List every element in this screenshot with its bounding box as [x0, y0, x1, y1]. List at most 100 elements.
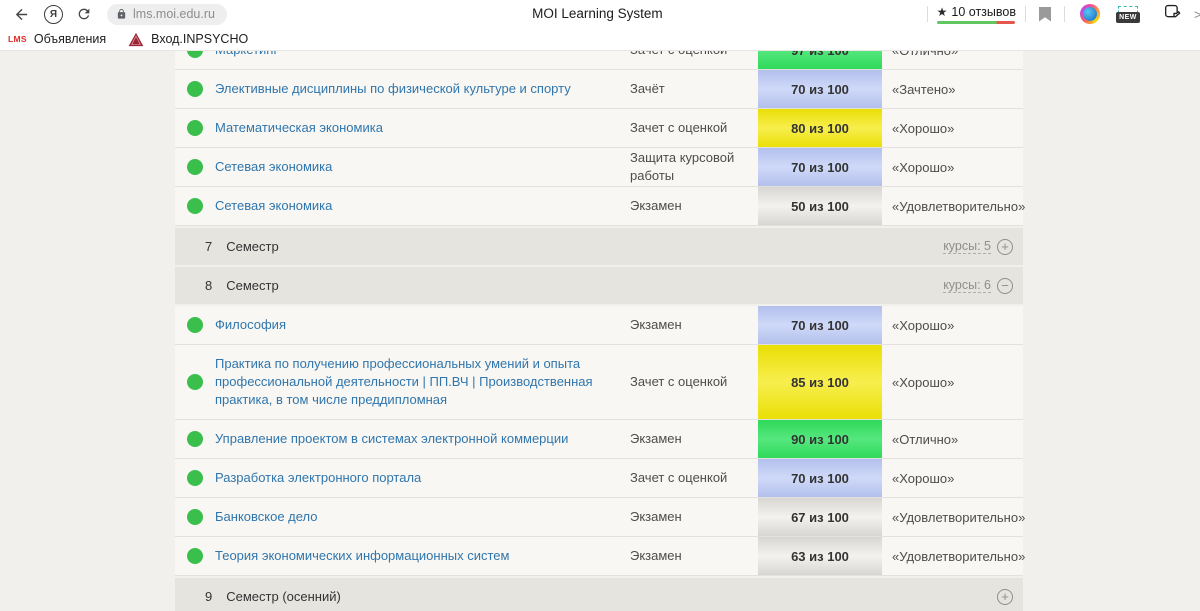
extension-disc-icon[interactable] [1080, 4, 1100, 24]
exam-type-text: Экзамен [630, 197, 758, 215]
course-row: Сетевая экономика Экзамен 50 из 100 «Удо… [175, 187, 1023, 226]
course-link[interactable]: Математическая экономика [215, 109, 630, 147]
semester-label: Семестр [226, 239, 278, 254]
exam-type-text: Зачет с оценкой [630, 373, 758, 391]
score-cell: 90 из 100 [758, 420, 882, 458]
course-row: Элективные дисциплины по физической куль… [175, 70, 1023, 109]
status-dot-icon [175, 317, 215, 333]
score-cell: 97 из 100 [758, 51, 882, 69]
semester-row: 8 Семестр курсы: 6 − [175, 267, 1023, 304]
divider [1064, 6, 1065, 22]
refresh-icon [76, 6, 92, 22]
status-dot-icon [175, 431, 215, 447]
score-cell: 67 из 100 [758, 498, 882, 536]
course-link[interactable]: Теория экономических информационных сист… [215, 537, 630, 575]
course-link[interactable]: Философия [215, 306, 630, 344]
course-row: Теория экономических информационных сист… [175, 537, 1023, 576]
lms-favicon: LMS [8, 34, 27, 44]
bookmark-item-announcements[interactable]: LMS Объявления [8, 32, 106, 46]
bookmark-item-inpsycho[interactable]: Вход.INPSYCHO [128, 32, 248, 47]
inpsycho-triangle-favicon [128, 32, 144, 47]
overflow-chevron-icon[interactable]: > [1194, 7, 1200, 22]
browser-toolbar: Я lms.moi.edu.ru MOI Learning System ★ 1… [0, 0, 1200, 28]
divider [1025, 6, 1026, 22]
site-reviews[interactable]: ★ 10 отзывов [937, 5, 1016, 24]
expand-toggle-icon[interactable]: + [997, 589, 1013, 605]
grade-text: «Отлично» [882, 51, 1023, 58]
lock-icon [116, 8, 127, 20]
divider [927, 6, 928, 22]
score-cell: 70 из 100 [758, 306, 882, 344]
course-link[interactable]: Практика по получению профессиональных у… [215, 345, 630, 419]
url-text: lms.moi.edu.ru [133, 7, 215, 21]
exam-type-text: Экзамен [630, 508, 758, 526]
exam-type-text: Экзамен [630, 430, 758, 448]
browser-window: Я lms.moi.edu.ru MOI Learning System ★ 1… [0, 0, 1200, 611]
exam-type-text: Зачет с оценкой [630, 51, 758, 59]
status-dot-icon [175, 470, 215, 486]
expand-toggle-icon[interactable]: − [997, 278, 1013, 294]
reviews-count: 10 отзывов [951, 5, 1016, 19]
semester-number: 7 [205, 239, 212, 254]
course-row: Маркетинг Зачет с оценкой 97 из 100 «Отл… [175, 51, 1023, 70]
semester-row: 7 Семестр курсы: 5 + [175, 228, 1023, 265]
status-dot-icon [175, 159, 215, 175]
course-row: Разработка электронного портала Зачет с … [175, 459, 1023, 498]
grade-text: «Хорошо» [882, 160, 1023, 175]
grade-text: «Хорошо» [882, 318, 1023, 333]
course-row: Сетевая экономика Защита курсовой работы… [175, 148, 1023, 187]
status-dot-icon [175, 374, 215, 390]
status-dot-icon [175, 548, 215, 564]
semester-row: 9 Семестр (осенний) + [175, 578, 1023, 611]
score-cell: 63 из 100 [758, 537, 882, 575]
exam-type-text: Зачёт [630, 80, 758, 98]
course-link[interactable]: Банковское дело [215, 498, 630, 536]
courses-count-link[interactable]: курсы: 6 [943, 278, 991, 293]
grade-text: «Отлично» [882, 432, 1023, 447]
score-cell: 70 из 100 [758, 148, 882, 186]
course-row: Математическая экономика Зачет с оценкой… [175, 109, 1023, 148]
page-content: Маркетинг Зачет с оценкой 97 из 100 «Отл… [0, 51, 1200, 611]
new-feature-icon[interactable]: NEW [1116, 6, 1140, 23]
status-dot-icon [175, 509, 215, 525]
semester-label: Семестр (осенний) [226, 589, 341, 604]
refresh-button[interactable] [71, 2, 97, 26]
back-arrow-icon [13, 6, 30, 23]
address-bar[interactable]: lms.moi.edu.ru [107, 4, 227, 25]
courses-count-link[interactable]: курсы: 5 [943, 239, 991, 254]
course-link[interactable]: Сетевая экономика [215, 148, 630, 186]
status-dot-icon [175, 51, 215, 58]
toolbar-right-cluster: ★ 10 отзывов NEW > [918, 0, 1200, 28]
course-link[interactable]: Управление проектом в системах электронн… [215, 420, 630, 458]
score-cell: 70 из 100 [758, 459, 882, 497]
course-link[interactable]: Маркетинг [215, 51, 630, 69]
grade-text: «Хорошо» [882, 121, 1023, 136]
status-dot-icon [175, 81, 215, 97]
collections-glove-icon[interactable] [1162, 2, 1182, 26]
semester-label: Семестр [226, 278, 278, 293]
exam-type-text: Экзамен [630, 547, 758, 565]
grade-text: «Удовлетворительно» [882, 549, 1023, 564]
semester-number: 8 [205, 278, 212, 293]
expand-toggle-icon[interactable]: + [997, 239, 1013, 255]
bookmark-label: Объявления [34, 32, 106, 46]
course-row: Практика по получению профессиональных у… [175, 345, 1023, 420]
score-cell: 85 из 100 [758, 345, 882, 419]
grade-text: «Зачтено» [882, 82, 1023, 97]
course-link[interactable]: Разработка электронного портала [215, 459, 630, 497]
exam-type-text: Зачет с оценкой [630, 469, 758, 487]
page-title: MOI Learning System [532, 6, 663, 21]
results-table: Маркетинг Зачет с оценкой 97 из 100 «Отл… [175, 51, 1023, 611]
course-link[interactable]: Сетевая экономика [215, 187, 630, 225]
bookmarks-bar: LMS Объявления Вход.INPSYCHO [0, 28, 1200, 51]
course-row: Банковское дело Экзамен 67 из 100 «Удовл… [175, 498, 1023, 537]
course-link[interactable]: Элективные дисциплины по физической куль… [215, 70, 630, 108]
score-cell: 70 из 100 [758, 70, 882, 108]
exam-type-text: Защита курсовой работы [630, 149, 758, 185]
score-cell: 50 из 100 [758, 187, 882, 225]
exam-type-text: Зачет с оценкой [630, 119, 758, 137]
grade-text: «Удовлетворительно» [882, 199, 1023, 214]
yandex-browser-icon[interactable]: Я [44, 5, 63, 24]
back-button[interactable] [8, 2, 34, 26]
bookmark-flag-icon[interactable] [1039, 7, 1051, 22]
